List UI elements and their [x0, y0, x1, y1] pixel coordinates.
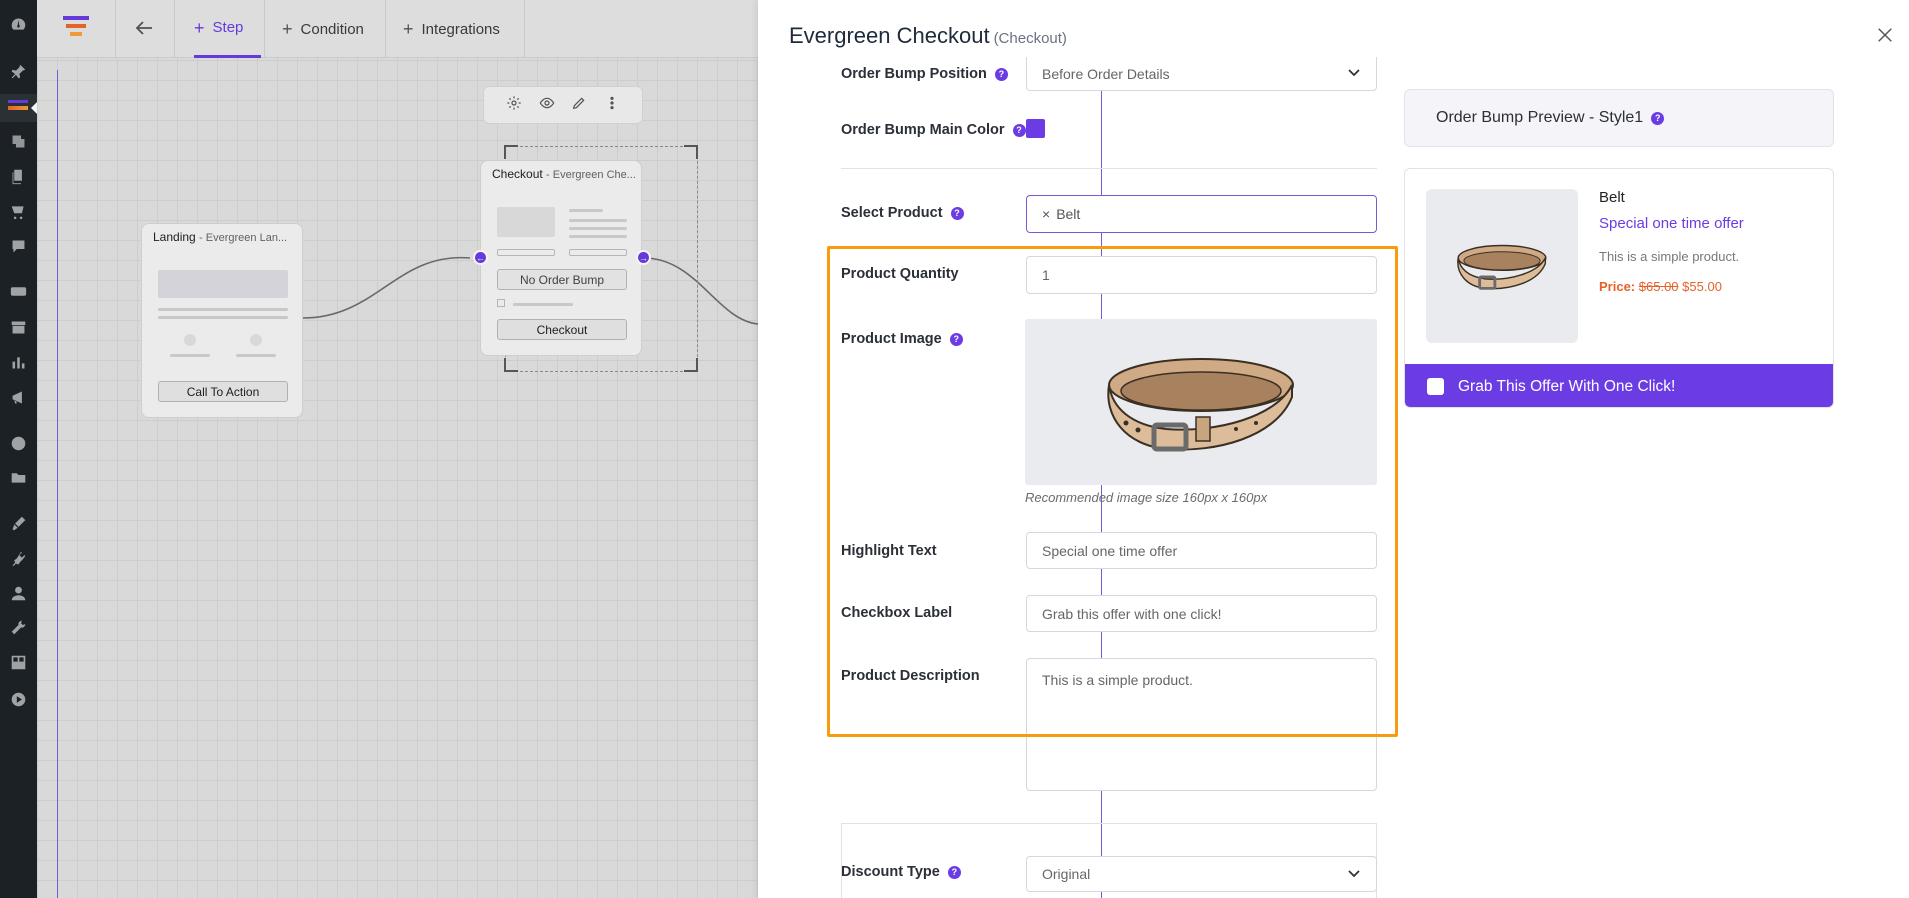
analytics-icon[interactable] [9, 353, 28, 372]
elementor-icon[interactable] [9, 434, 28, 453]
offer-checkbox[interactable] [1427, 378, 1444, 395]
order-bump-settings-panel [57, 70, 1102, 898]
woocommerce-icon[interactable] [9, 282, 28, 301]
checkbox-label-input[interactable]: Grab this offer with one click! [1026, 595, 1377, 632]
preview-price: Price: $65.00 $55.00 [1599, 279, 1722, 294]
discount-type-select[interactable]: Original [1026, 856, 1377, 892]
appearance-icon[interactable] [9, 514, 28, 533]
users-icon[interactable] [9, 584, 28, 603]
help-icon[interactable]: ? [1012, 123, 1026, 137]
remove-tag-icon[interactable]: × [1042, 206, 1050, 222]
belt-image [1107, 358, 1294, 452]
comments-icon[interactable] [9, 237, 28, 256]
preview-product-name: Belt [1599, 189, 1625, 206]
pin-icon[interactable] [9, 62, 28, 81]
select-product-label: Select Product? [841, 205, 964, 221]
belt-image [1457, 244, 1547, 290]
highlight-text-label: Highlight Text [841, 543, 937, 559]
help-icon[interactable]: ? [994, 67, 1008, 81]
color-picker-swatch[interactable] [1026, 119, 1045, 138]
order-bump-preview-header: Order Bump Preview - Style1? [1404, 89, 1834, 147]
order-bump-main-color-label: Order Bump Main Color? [841, 122, 1026, 138]
chevron-down-icon [1347, 866, 1361, 883]
media-play-icon[interactable] [9, 690, 28, 709]
help-icon[interactable]: ? [1651, 111, 1665, 125]
product-quantity-label: Product Quantity [841, 266, 959, 282]
product-description-textarea[interactable]: This is a simple product. [1026, 658, 1377, 791]
product-quantity-input[interactable]: 1 [1026, 256, 1377, 294]
preview-highlight-text: Special one time offer [1599, 215, 1744, 232]
settings-grid-icon[interactable] [9, 653, 28, 672]
admin-sidebar [0, 0, 37, 898]
close-icon[interactable] [1876, 26, 1898, 48]
tools-icon[interactable] [9, 618, 28, 637]
preview-product-image [1426, 189, 1578, 343]
checkbox-label-label: Checkbox Label [841, 605, 953, 621]
product-description-label: Product Description [841, 668, 980, 684]
pages-icon[interactable] [9, 167, 28, 186]
discount-type-label: Discount Type? [841, 864, 961, 880]
plugins-icon[interactable] [9, 549, 28, 568]
media-icon[interactable] [9, 132, 28, 151]
archive-icon[interactable] [9, 318, 28, 337]
funnel-plugin-icon[interactable] [0, 94, 37, 122]
order-bump-preview-card: Belt Special one time offer This is a si… [1404, 168, 1834, 408]
product-image-upload[interactable] [1025, 319, 1377, 485]
folder-icon[interactable] [9, 468, 28, 487]
help-icon[interactable]: ? [950, 206, 964, 220]
order-bump-position-select[interactable]: Before Order Details [1026, 57, 1377, 91]
select-product-input[interactable]: × Belt [1026, 195, 1377, 233]
grab-offer-bar[interactable]: Grab This Offer With One Click! [1405, 364, 1833, 407]
dashboard-icon[interactable] [9, 15, 28, 34]
order-bump-position-label: Order Bump Position? [841, 66, 1008, 82]
preview-description: This is a simple product. [1599, 249, 1740, 264]
drawer-title: Evergreen Checkout (Checkout) [789, 23, 1067, 48]
highlight-text-input[interactable]: Special one time offer [1026, 532, 1377, 569]
chevron-down-icon [1347, 65, 1361, 82]
woo-products-icon[interactable] [9, 202, 28, 221]
help-icon[interactable]: ? [949, 332, 963, 346]
product-image-label: Product Image? [841, 331, 963, 347]
help-icon[interactable]: ? [947, 865, 961, 879]
image-size-note: Recommended image size 160px x 160px [1025, 490, 1268, 505]
marketing-icon[interactable] [9, 388, 28, 407]
